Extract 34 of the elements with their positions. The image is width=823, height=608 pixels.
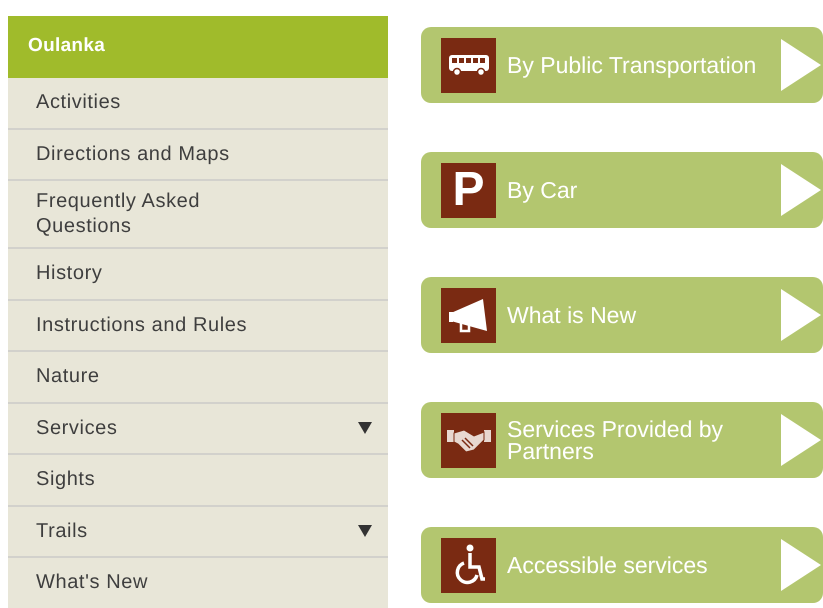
play-arrow-icon <box>781 39 821 91</box>
menu-item-label: What's New <box>36 570 148 596</box>
menu-item-label: Instructions and Rules <box>36 312 248 338</box>
menu-item-label: Nature <box>36 364 100 390</box>
menu-item-label: Trails <box>36 518 88 544</box>
caret-icon[interactable] <box>358 525 372 538</box>
bus-icon <box>441 38 496 92</box>
play-arrow-icon <box>781 289 821 341</box>
menu-item-label: Sights <box>36 467 96 492</box>
caret-icon[interactable] <box>358 422 372 434</box>
menu-item[interactable]: Frequently Asked Questions <box>8 181 388 249</box>
menu-item[interactable]: Activities <box>8 78 388 130</box>
parking-sign-icon: P <box>441 162 496 218</box>
menu-item-label: Activities <box>36 90 121 116</box>
menu-item[interactable]: History <box>8 249 388 300</box>
menu-item-label: Services <box>36 416 118 441</box>
menu-item-label: History <box>36 261 102 286</box>
menu-item[interactable]: Instructions and Rules <box>8 300 388 352</box>
megaphone-icon <box>441 288 496 342</box>
play-arrow-icon <box>781 414 821 466</box>
menu-item[interactable]: Sights <box>8 455 388 506</box>
menu-item[interactable]: Services <box>8 404 388 455</box>
play-arrow-icon <box>781 164 821 216</box>
menu-item[interactable]: What's New <box>8 558 388 608</box>
link-button[interactable]: P By Car <box>421 152 823 228</box>
menu-item-label: Directions and Maps <box>36 142 230 167</box>
menu-item[interactable]: Nature <box>8 352 388 404</box>
menu-item-label: Frequently Asked Questions <box>36 189 202 239</box>
menu-item[interactable]: Directions and Maps <box>8 130 388 181</box>
handshake-icon <box>441 412 496 468</box>
play-arrow-icon <box>781 539 821 591</box>
wheelchair-icon <box>441 538 496 592</box>
menu-item[interactable]: Trails <box>8 506 388 558</box>
sidebar-header: Oulanka <box>8 16 388 78</box>
